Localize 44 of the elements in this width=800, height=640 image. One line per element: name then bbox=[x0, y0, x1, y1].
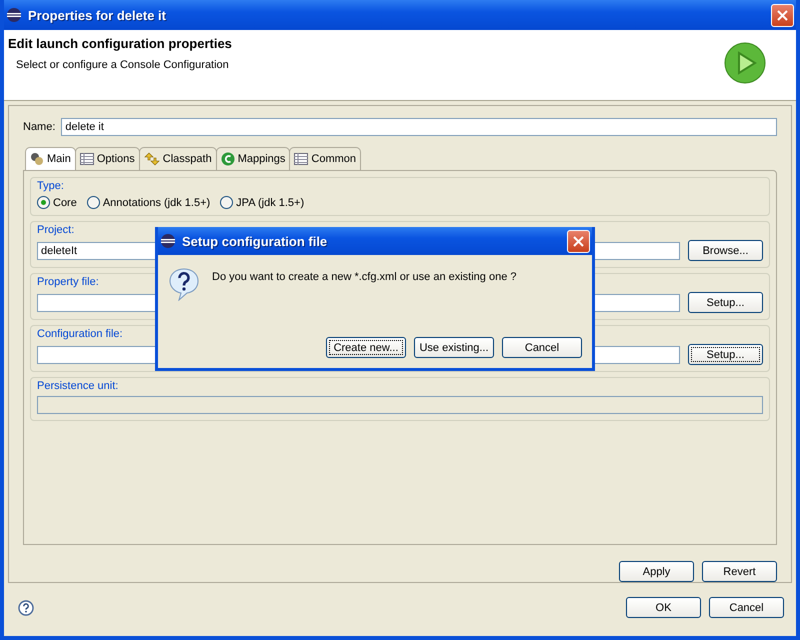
dialog-button[interactable]: Cancel bbox=[502, 337, 582, 358]
tab-action-button[interactable]: Apply bbox=[619, 561, 694, 582]
radio-label: JPA (jdk 1.5+) bbox=[236, 196, 304, 208]
group-button[interactable]: Browse... bbox=[688, 240, 763, 261]
radio-button[interactable] bbox=[86, 196, 100, 209]
tab[interactable]: Common bbox=[289, 147, 362, 170]
dialog-button[interactable]: Cancel bbox=[709, 597, 784, 618]
radio-button[interactable] bbox=[220, 196, 234, 209]
group-label: Project: bbox=[37, 224, 74, 236]
page-description: Select or configure a Console Configuration bbox=[15, 59, 230, 71]
play-icon bbox=[724, 42, 766, 84]
name-field[interactable]: delete it bbox=[61, 118, 777, 136]
group-button[interactable]: Setup... bbox=[688, 292, 763, 313]
dialog-message: Do you want to create a new *.cfg.xml or use an existing one ? bbox=[212, 271, 516, 283]
question-icon bbox=[168, 267, 200, 301]
radio-label: Core bbox=[53, 196, 77, 208]
group-label: Property file: bbox=[37, 276, 99, 288]
dialog-button[interactable]: OK bbox=[626, 597, 701, 618]
tab-action-button[interactable]: Revert bbox=[702, 561, 777, 582]
page-title: Edit launch configuration properties bbox=[8, 36, 233, 51]
arrows-icon bbox=[144, 152, 160, 166]
close-icon bbox=[777, 10, 788, 20]
table-icon bbox=[80, 153, 94, 165]
dialog-button[interactable]: Create new... bbox=[326, 337, 406, 358]
radio-button[interactable] bbox=[37, 196, 50, 209]
eclipse-icon bbox=[160, 233, 176, 249]
group-button[interactable]: Setup... bbox=[688, 344, 763, 365]
group-label: Persistence unit: bbox=[37, 380, 118, 392]
tab[interactable]: Main bbox=[25, 147, 76, 170]
name-label: Name: bbox=[23, 121, 56, 133]
gears-icon bbox=[30, 152, 44, 166]
close-button[interactable] bbox=[567, 230, 590, 252]
close-icon bbox=[573, 236, 584, 246]
group-label: Configuration file: bbox=[37, 328, 123, 340]
window-title: Properties for delete it bbox=[28, 8, 167, 22]
group-label: Type: bbox=[37, 180, 65, 192]
help-icon[interactable] bbox=[18, 600, 34, 616]
c-badge-icon bbox=[220, 152, 235, 166]
eclipse-icon bbox=[6, 7, 22, 23]
radio-label: Annotations (jdk 1.5+) bbox=[102, 196, 210, 208]
dialog-button[interactable]: Use existing... bbox=[414, 337, 494, 358]
table-icon bbox=[294, 153, 308, 165]
dialog-title: Setup configuration file bbox=[182, 234, 328, 248]
close-button[interactable] bbox=[771, 4, 794, 26]
